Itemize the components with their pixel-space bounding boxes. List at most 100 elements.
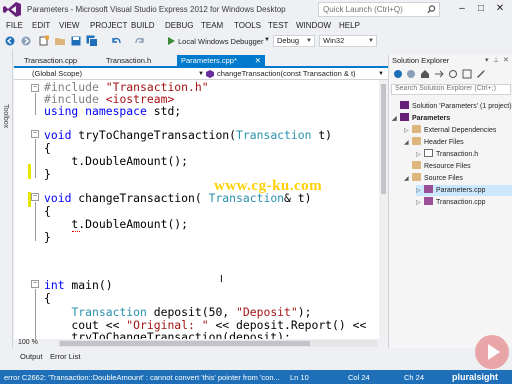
vertical-scroll-thumb[interactable]	[381, 84, 386, 194]
collapse-icon[interactable]: −	[31, 84, 39, 92]
code-line-12: t.DoubleAmount();	[44, 217, 189, 231]
tab-parameters-cpp[interactable]: Parameters.cpp* ✕	[177, 55, 265, 66]
changed-line-marker	[28, 164, 31, 179]
forward-icon[interactable]	[20, 35, 32, 47]
tree-item-label: Parameters	[412, 115, 451, 122]
back-icon[interactable]	[4, 35, 16, 47]
zoom-level[interactable]: 100 %	[18, 339, 38, 346]
menu-build[interactable]: BUILD	[131, 21, 155, 30]
code-line-16: int main()	[44, 278, 113, 292]
platform-select[interactable]: Win32 ▼	[319, 35, 377, 47]
tree-item-solution[interactable]: Solution 'Parameters' (1 project)	[392, 101, 512, 112]
menu-edit[interactable]: EDIT	[32, 21, 50, 30]
tree-item-source-files[interactable]: ◢ Source Files	[404, 173, 512, 184]
code-line-13: }	[44, 230, 51, 244]
toolbox-tab[interactable]: Toolbox	[2, 104, 9, 128]
debugger-target[interactable]: Local Windows Debugger	[178, 37, 263, 46]
tab-transaction-h[interactable]: Transaction.h	[102, 55, 155, 66]
save-icon[interactable]	[70, 35, 82, 47]
properties-icon[interactable]	[476, 69, 486, 79]
status-message: error C2662: 'Transaction::DoubleAmount'…	[4, 373, 280, 382]
method-icon	[206, 70, 214, 78]
close-tab-icon[interactable]: ✕	[255, 56, 261, 65]
debugger-dropdown-arrow-icon[interactable]: ▼	[264, 37, 270, 43]
menu-project[interactable]: PROJECT	[90, 21, 127, 30]
pin-icon[interactable]: ▾	[485, 56, 489, 64]
collapsed-arrow-icon: ▷	[416, 152, 421, 158]
code-token: void	[44, 128, 72, 142]
collapse-icon[interactable]: −	[31, 193, 39, 201]
menu-test[interactable]: TEST	[268, 21, 288, 30]
restore-button[interactable]: □	[474, 3, 488, 15]
code-editor[interactable]: − − − − #include "Transaction.h" #includ…	[14, 80, 388, 339]
cpp-file-icon	[424, 197, 433, 205]
solution-search-input[interactable]: Search Solution Explorer (Ctrl+;)	[391, 84, 511, 95]
pluralsight-logo: pluralsight	[452, 372, 499, 382]
folder-icon	[412, 161, 421, 169]
play-icon[interactable]	[475, 335, 509, 369]
code-token: "Deposit"	[236, 305, 298, 319]
menu-debug[interactable]: DEBUG	[165, 21, 193, 30]
title-bar: Parameters - Microsoft Visual Studio Exp…	[0, 0, 512, 19]
menu-view[interactable]: VIEW	[59, 21, 79, 30]
tree-item-header-files[interactable]: ◢ Header Files	[404, 137, 512, 148]
menu-file[interactable]: FILE	[6, 21, 23, 30]
outline-line	[35, 139, 36, 178]
collapse-icon[interactable]: −	[31, 280, 39, 288]
configuration-select[interactable]: Debug ▼	[273, 35, 315, 47]
menu-window[interactable]: WINDOW	[296, 21, 331, 30]
member-dropdown-arrow-icon[interactable]: ▼	[378, 69, 384, 79]
tree-item-external-dependencies[interactable]: ▷ External Dependencies	[404, 125, 512, 136]
tree-item-resource-files[interactable]: Resource Files	[404, 161, 512, 172]
tab-output[interactable]: Output	[20, 352, 43, 361]
open-folder-icon[interactable]	[54, 35, 66, 47]
code-line-17: {	[44, 291, 51, 305]
back-icon[interactable]	[393, 69, 403, 79]
tree-item-transaction-cpp[interactable]: ▷ Transaction.cpp	[416, 197, 512, 208]
scope-dropdown[interactable]: (Global Scope)	[32, 69, 82, 79]
collapse-all-icon[interactable]	[462, 69, 472, 79]
start-debugging-icon[interactable]	[165, 35, 177, 47]
project-icon	[400, 113, 409, 121]
solution-icon	[400, 101, 409, 109]
header-file-icon	[424, 149, 433, 157]
close-panel-icon[interactable]: ✕	[503, 56, 509, 64]
horizontal-scroll-thumb[interactable]	[60, 341, 310, 346]
watermark-text: www.cg-ku.com	[214, 178, 323, 194]
new-project-icon[interactable]	[38, 35, 50, 47]
undo-icon[interactable]	[110, 35, 122, 47]
member-dropdown[interactable]: changeTransaction(const Transaction & t)	[217, 69, 356, 79]
tab-transaction-cpp[interactable]: Transaction.cpp	[20, 55, 81, 66]
horizontal-scrollbar[interactable]	[58, 340, 378, 347]
vertical-scrollbar[interactable]	[379, 80, 388, 339]
collapse-icon[interactable]: −	[31, 130, 39, 138]
toolbar: Local Windows Debugger ▼ Debug ▼ Win32 ▼	[0, 33, 512, 49]
menu-team[interactable]: TEAM	[201, 21, 223, 30]
folder-icon	[412, 173, 421, 181]
expanded-arrow-icon: ◢	[404, 140, 409, 146]
quick-launch-input[interactable]: Quick Launch (Ctrl+Q)	[318, 2, 440, 17]
tree-item-parameters-cpp[interactable]: ▷ Parameters.cpp	[416, 185, 512, 196]
menu-help[interactable]: HELP	[339, 21, 360, 30]
window-title: Parameters - Microsoft Visual Studio Exp…	[27, 5, 286, 14]
tab-error-list[interactable]: Error List	[50, 352, 80, 361]
tree-item-project[interactable]: ◢ Parameters	[392, 113, 512, 124]
tree-item-label: Transaction.cpp	[436, 199, 486, 206]
auto-hide-pin-icon[interactable]: ⊥	[493, 56, 499, 64]
minimize-button[interactable]: –	[455, 3, 469, 15]
save-all-icon[interactable]	[86, 35, 98, 47]
chevron-down-icon: ▼	[368, 38, 374, 44]
home-icon[interactable]	[420, 69, 430, 79]
cpp-file-icon	[424, 185, 433, 193]
solution-explorer-toolbar	[389, 67, 512, 80]
menu-tools[interactable]: TOOLS	[234, 21, 261, 30]
forward-icon[interactable]	[406, 69, 416, 79]
close-button[interactable]: ✕	[493, 3, 507, 15]
redo-icon[interactable]	[134, 35, 146, 47]
code-line-3: using namespace std;	[44, 104, 182, 118]
navigation-bar: (Global Scope) ▼ changeTransaction(const…	[14, 68, 388, 80]
scope-dropdown-arrow-icon[interactable]: ▼	[198, 69, 204, 79]
refresh-icon[interactable]	[448, 69, 458, 79]
sync-icon[interactable]	[434, 69, 444, 79]
tree-item-transaction-h[interactable]: ▷ Transaction.h	[416, 149, 512, 160]
